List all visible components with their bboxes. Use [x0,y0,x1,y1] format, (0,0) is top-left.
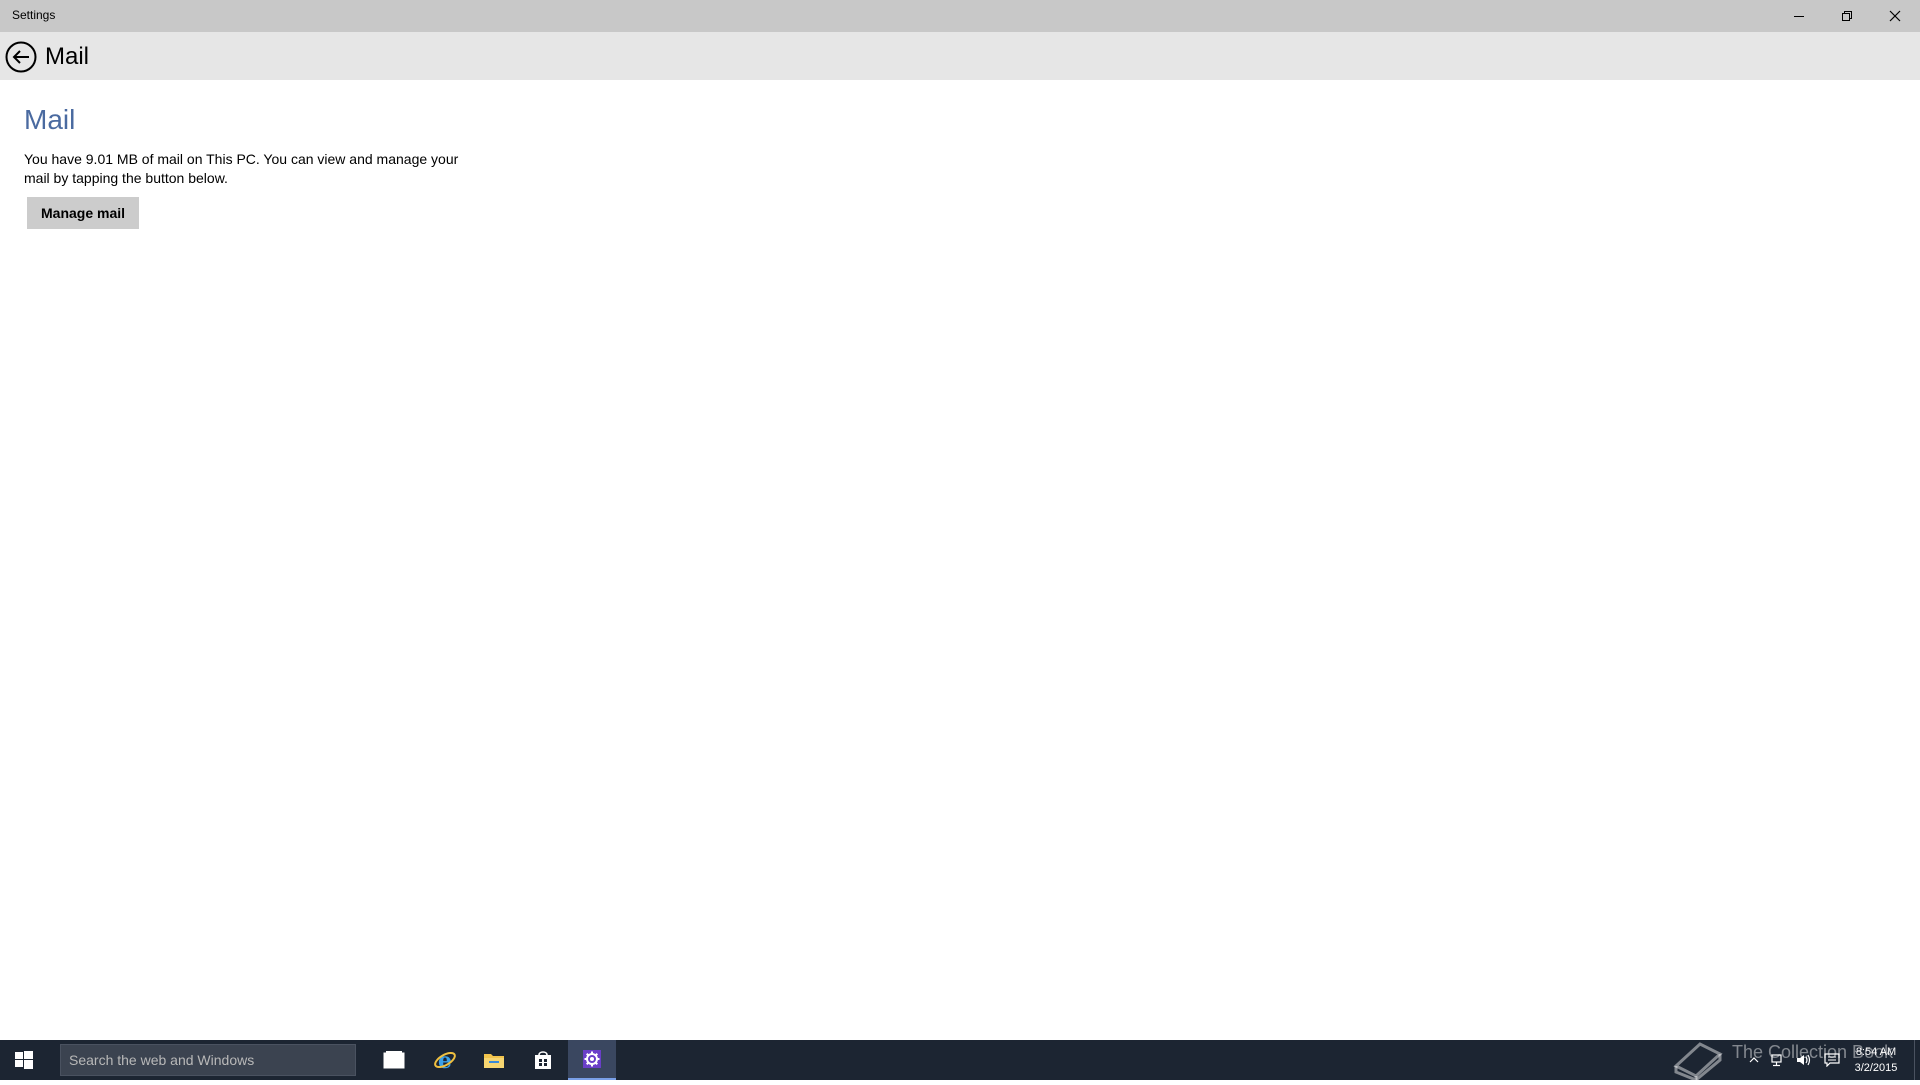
chevron-up-icon [1749,1057,1759,1063]
book-icon [1673,1042,1723,1083]
start-button[interactable] [0,1040,48,1080]
back-button[interactable] [4,40,38,74]
internet-explorer-button[interactable]: e [421,1040,469,1080]
clock-date: 3/2/2015 [1854,1062,1898,1074]
internet-explorer-icon: e [434,1048,456,1072]
show-desktop-button[interactable] [1914,1040,1920,1080]
mail-storage-description: You have 9.01 MB of mail on This PC. You… [24,151,459,186]
page-title: Mail [45,43,90,70]
action-center-button[interactable] [1820,1040,1844,1080]
window-title: Settings [12,8,56,22]
minimize-button[interactable] [1775,0,1823,32]
task-view-button[interactable] [370,1040,418,1080]
taskbar-search-box[interactable] [60,1044,356,1076]
store-icon [535,1051,551,1069]
taskbar: e [0,1040,1920,1083]
search-input[interactable] [61,1045,355,1075]
network-button[interactable] [1766,1040,1790,1080]
store-button[interactable] [519,1040,567,1080]
page-header: Mail [0,32,1920,80]
minimize-icon [1794,16,1804,17]
manage-mail-button[interactable]: Manage mail [27,197,140,229]
task-view-icon [383,1051,405,1069]
folder-icon [484,1054,504,1068]
clock-time: 8:54 AM [1855,1046,1897,1058]
notification-icon [1824,1053,1840,1067]
title-bar: Settings [0,0,1920,32]
restore-icon [1842,11,1852,21]
speaker-icon [1797,1054,1811,1066]
network-icon [1771,1054,1782,1067]
windows-logo-icon [15,1051,33,1069]
close-button[interactable] [1871,0,1919,32]
show-hidden-icons-button[interactable] [1746,1040,1762,1080]
volume-button[interactable] [1792,1040,1816,1080]
file-explorer-button[interactable] [470,1040,518,1080]
mail-settings-section: Mail You have 9.01 MB of mail on This PC… [24,104,484,229]
restore-button[interactable] [1823,0,1871,32]
svg-text:e: e [438,1048,452,1072]
back-arrow-icon [5,41,37,73]
close-icon [1889,10,1901,22]
clock[interactable]: 8:54 AM 3/2/2015 [1846,1044,1906,1076]
settings-taskbar-button[interactable] [568,1040,616,1080]
section-title: Mail [24,104,76,135]
gear-icon [583,1050,601,1068]
